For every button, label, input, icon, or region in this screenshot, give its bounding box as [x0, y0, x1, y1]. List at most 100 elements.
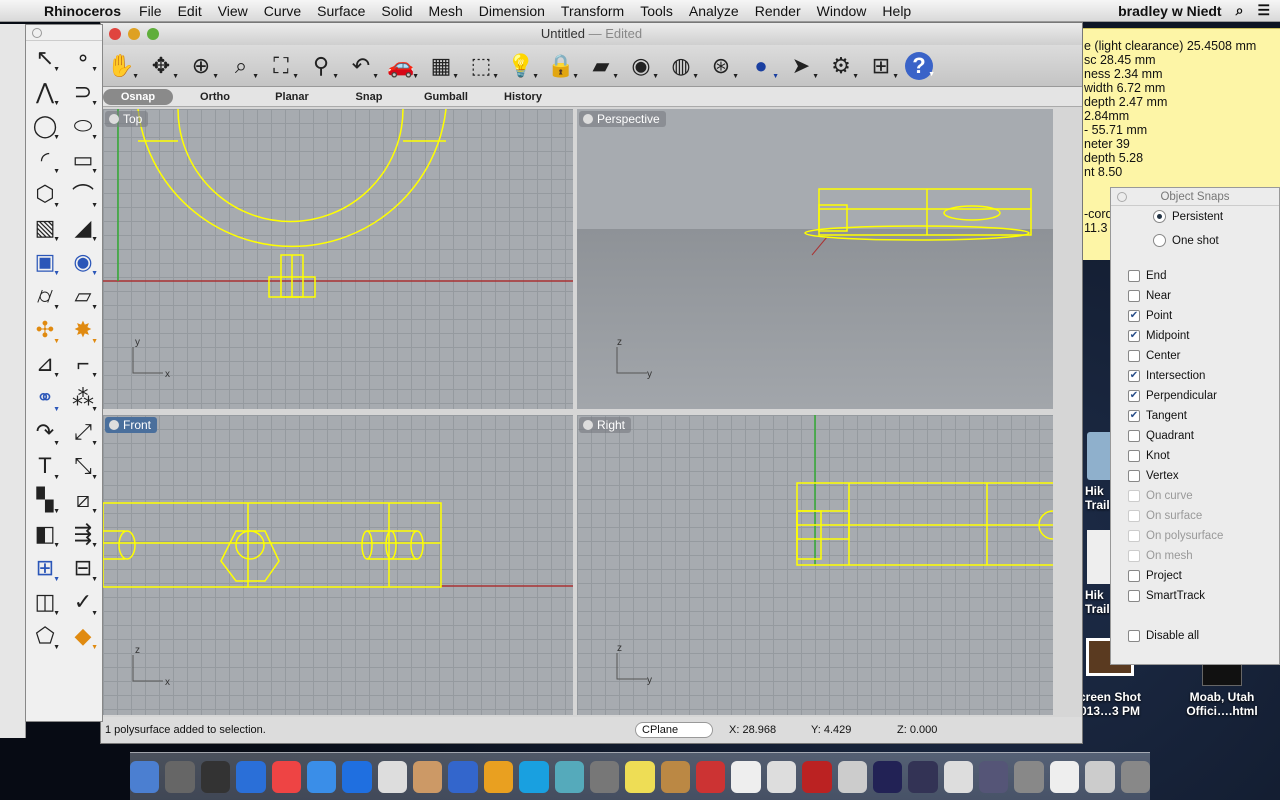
- menu-file[interactable]: File: [131, 3, 170, 19]
- dock-app-icon[interactable]: [165, 760, 195, 793]
- menu-render[interactable]: Render: [747, 3, 809, 19]
- trim-icon[interactable]: ⊿ ▼: [26, 347, 64, 381]
- snap-smarttrack[interactable]: SmartTrack: [1128, 590, 1205, 602]
- checkbox[interactable]: [1128, 470, 1140, 482]
- checkbox[interactable]: [1128, 290, 1140, 302]
- tab-history[interactable]: History: [488, 89, 558, 105]
- curve-offset-icon[interactable]: ↷ ▼: [26, 415, 64, 449]
- cplane-layout-icon[interactable]: ⊞ ▼: [865, 50, 899, 82]
- dock-app-icon[interactable]: [1014, 760, 1044, 793]
- render-paint-icon[interactable]: ◆ ▼: [64, 619, 102, 653]
- dock-app-icon[interactable]: [519, 760, 549, 793]
- point-icon[interactable]: ∘ ▼: [64, 41, 102, 75]
- checkbox[interactable]: [1128, 430, 1140, 442]
- tab-ortho[interactable]: Ortho: [180, 89, 250, 105]
- dock-app-icon[interactable]: [589, 760, 620, 793]
- dock-app-icon[interactable]: [448, 760, 478, 793]
- snap-vertex[interactable]: Vertex: [1128, 470, 1179, 482]
- snap-perpendicular[interactable]: ✔ Perpendicular: [1128, 390, 1217, 402]
- box-icon[interactable]: ▣ ▼: [26, 245, 64, 279]
- dock-app-icon[interactable]: [1049, 760, 1080, 793]
- dock-app-icon[interactable]: [483, 760, 514, 793]
- checkbox[interactable]: [1128, 490, 1140, 502]
- transform-icon[interactable]: ⧄ ▼: [64, 483, 102, 517]
- menu-tools[interactable]: Tools: [632, 3, 681, 19]
- light-icon[interactable]: 💡 ▼: [505, 50, 539, 82]
- cplane-select[interactable]: CPlane: [635, 722, 713, 738]
- surface-icon[interactable]: ▧ ▼: [26, 211, 64, 245]
- menu-surface[interactable]: Surface: [309, 3, 373, 19]
- snap-on-mesh[interactable]: On mesh: [1128, 550, 1193, 562]
- snap-center[interactable]: Center: [1128, 350, 1181, 362]
- polyline-icon[interactable]: ⋀ ▼: [26, 75, 64, 109]
- checkbox[interactable]: [1128, 530, 1140, 542]
- extend-icon[interactable]: ⤢ ▼: [64, 415, 102, 449]
- menu-transform[interactable]: Transform: [553, 3, 632, 19]
- snap-on-surface[interactable]: On surface: [1128, 510, 1202, 522]
- dock-app-icon[interactable]: [130, 760, 160, 793]
- gear-icon[interactable]: ⚙ ▼: [825, 50, 859, 82]
- car-named-views-icon[interactable]: 🚗 ▼: [385, 50, 419, 82]
- dock-app-icon[interactable]: [306, 760, 337, 793]
- menu-solid[interactable]: Solid: [373, 3, 420, 19]
- snap-disable-all[interactable]: Disable all: [1128, 630, 1199, 642]
- snap-project[interactable]: Project: [1128, 570, 1182, 582]
- checkbox[interactable]: [1128, 590, 1140, 602]
- pan-icon[interactable]: ✋ ▼: [105, 50, 139, 82]
- osnap-icon[interactable]: ⬚ ▼: [465, 50, 499, 82]
- sphere-icon[interactable]: ◉ ▼: [64, 245, 102, 279]
- scale-icon[interactable]: ⤡ ▼: [64, 449, 102, 483]
- desktop-icon[interactable]: Hik Trail: [1085, 432, 1127, 512]
- dock-app-icon[interactable]: [908, 760, 938, 793]
- pointer-render-icon[interactable]: ➤ ▼: [785, 50, 819, 82]
- cage-icon[interactable]: ◫ ▼: [26, 585, 64, 619]
- dock-app-icon[interactable]: [200, 760, 231, 793]
- dock-app-icon[interactable]: [342, 760, 372, 793]
- snap-quadrant[interactable]: Quadrant: [1128, 430, 1194, 442]
- snap-point[interactable]: ✔ Point: [1128, 310, 1172, 322]
- user-name[interactable]: bradley w Niedt: [1118, 3, 1221, 19]
- dock-app-icon[interactable]: [660, 760, 691, 793]
- menu-analyze[interactable]: Analyze: [681, 3, 747, 19]
- zoom-window-icon[interactable]: ⌕ ▼: [225, 50, 259, 82]
- curve-icon[interactable]: ⊃ ▼: [64, 75, 102, 109]
- undo-view-icon[interactable]: ↶ ▼: [345, 50, 379, 82]
- cplane-icon[interactable]: ▦ ▼: [425, 50, 459, 82]
- viewport-perspective[interactable]: z y Perspective: [577, 109, 1053, 409]
- menu-view[interactable]: View: [210, 3, 256, 19]
- tab-gumball[interactable]: Gumball: [411, 89, 481, 105]
- viewport-label[interactable]: Front: [105, 417, 158, 433]
- dock-app-icon[interactable]: [802, 760, 832, 793]
- viewport-front[interactable]: z x Front: [103, 415, 573, 715]
- boolean-icon[interactable]: ⚭ ▼: [26, 381, 64, 415]
- globe-grid-icon[interactable]: ⊛ ▼: [705, 50, 739, 82]
- dock-app-icon[interactable]: [731, 760, 761, 793]
- viewport-label[interactable]: Perspective: [579, 111, 666, 127]
- polygon-icon[interactable]: ⬡ ▼: [26, 177, 64, 211]
- snap-mode-persistent[interactable]: Persistent: [1153, 210, 1223, 223]
- arc-icon[interactable]: ◜ ▼: [26, 143, 64, 177]
- viewport-right[interactable]: z y Right: [577, 415, 1053, 715]
- color-wheel-icon[interactable]: ◉ ▼: [625, 50, 659, 82]
- close-button[interactable]: [109, 28, 121, 40]
- menu-help[interactable]: Help: [874, 3, 919, 19]
- checkbox[interactable]: [1128, 630, 1140, 642]
- dock-app-icon[interactable]: [696, 760, 726, 793]
- help-icon[interactable]: ? ▼: [905, 51, 935, 80]
- dock-app-icon[interactable]: [554, 760, 584, 793]
- solid-edit-icon[interactable]: ◧ ▼: [26, 517, 64, 551]
- dock-app-icon[interactable]: [837, 760, 867, 793]
- checkbox[interactable]: [1128, 350, 1140, 362]
- snap-on-polysurface[interactable]: On polysurface: [1128, 530, 1223, 542]
- dock-app-icon[interactable]: [413, 760, 443, 793]
- viewport-label[interactable]: Right: [579, 417, 632, 433]
- checkbox[interactable]: ✔: [1128, 410, 1140, 422]
- radio[interactable]: [1153, 210, 1166, 223]
- ellipse-icon[interactable]: ⬭ ▼: [64, 109, 102, 143]
- cylinder-icon[interactable]: ⌭ ▼: [26, 279, 64, 313]
- desktop-icon[interactable]: Hik Trail: [1085, 530, 1127, 616]
- check-icon[interactable]: ✓ ▼: [64, 585, 102, 619]
- dock-app-icon[interactable]: [377, 760, 408, 793]
- mesh-icon[interactable]: ▱ ▼: [64, 279, 102, 313]
- snap-on-curve[interactable]: On curve: [1128, 490, 1193, 502]
